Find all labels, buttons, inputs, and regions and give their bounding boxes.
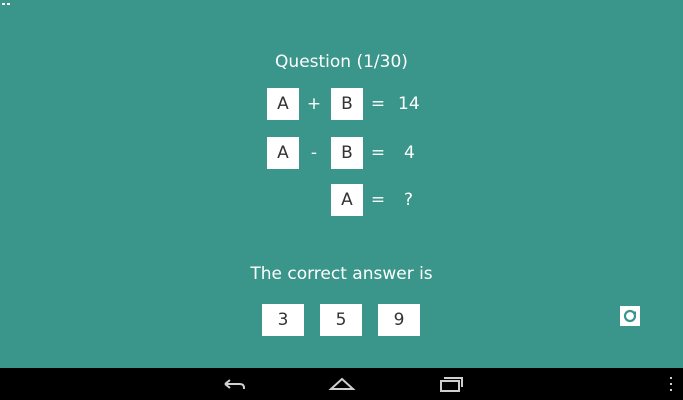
operator-minus: - — [310, 143, 318, 163]
equation-result: 14 — [398, 94, 420, 114]
status-indicator-icon — [2, 2, 10, 6]
equation-row-1: A + B = 14 — [0, 88, 683, 120]
variable-box-a: A — [331, 184, 363, 216]
equation-row-2: A - B = 4 — [0, 137, 683, 169]
overflow-menu-icon — [670, 377, 672, 391]
answer-prompt: The correct answer is — [250, 264, 433, 284]
variable-box-a: A — [267, 137, 299, 169]
recents-button[interactable] — [437, 374, 465, 394]
question-title: Question (1/30) — [275, 52, 408, 72]
recents-icon — [440, 377, 463, 392]
variable-box-b: B — [331, 88, 363, 120]
operator-plus: + — [306, 94, 322, 114]
variable-box-b: B — [331, 137, 363, 169]
answer-choice-button[interactable]: 5 — [320, 304, 362, 336]
equation-result: 4 — [404, 143, 415, 163]
equals-sign: = — [370, 143, 386, 163]
equals-sign: = — [370, 190, 386, 210]
variable-box-a: A — [267, 88, 299, 120]
answer-choice-button[interactable]: 3 — [262, 304, 304, 336]
home-icon — [328, 377, 356, 390]
back-button[interactable] — [220, 374, 248, 394]
equals-sign: = — [370, 94, 386, 114]
refresh-button[interactable] — [620, 306, 640, 326]
system-navigation-bar — [0, 368, 683, 400]
quiz-screen: Question (1/30) A + B = 14 A - B = 4 A =… — [0, 0, 683, 368]
answer-choice-button[interactable]: 9 — [378, 304, 420, 336]
refresh-icon — [623, 309, 637, 323]
home-button[interactable] — [328, 374, 356, 394]
equation-row-3: A = ? — [0, 184, 683, 216]
overflow-menu-button[interactable] — [669, 376, 673, 392]
unknown-result: ? — [404, 190, 414, 210]
back-icon — [224, 379, 245, 389]
